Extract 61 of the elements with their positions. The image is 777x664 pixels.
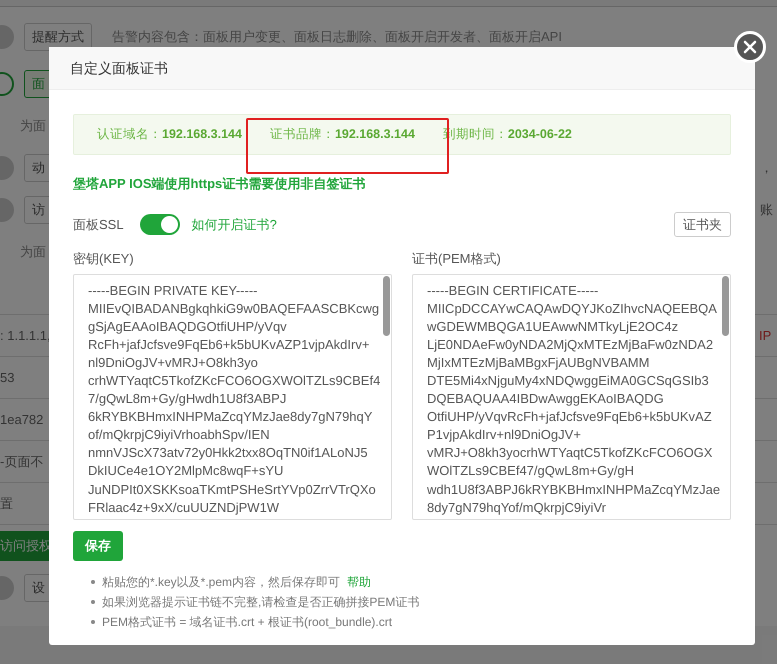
code-line: -----BEGIN CERTIFICATE----- <box>427 282 598 300</box>
code-line: nl9DniOgJV+vMRJ+O8kh3yo <box>88 354 258 372</box>
help-link[interactable]: 如何开启证书? <box>192 214 277 234</box>
field-label: 密钥(KEY) <box>73 250 135 268</box>
ssl-toggle[interactable] <box>140 214 180 235</box>
code-line: LjE0NDAeFw0yNDA2MjQxMTEzMjBaFw0zNDA2 <box>427 336 714 354</box>
setting-description: 为面 <box>20 117 46 136</box>
field-label: 面板SSL <box>73 216 124 234</box>
setting-value: -页面不 <box>0 452 44 471</box>
setting-value: : 1.1.1.1, <box>0 326 51 345</box>
tip-text: PEM格式证书 = 域名证书.crt + 根证书(root_bundle).crt <box>102 614 392 630</box>
code-line: -----BEGIN PRIVATE KEY----- <box>88 282 258 300</box>
code-line: wdh1U8f3ABPJ6kRYBKBHmxINHPMaZcqYMzJae <box>427 480 720 499</box>
code-line: MjIxMTEzMjBaMBgxFjAUBgNVBAMM <box>427 354 650 372</box>
help-link[interactable]: 帮助 <box>347 572 372 590</box>
code-textarea[interactable] <box>73 274 392 520</box>
code-line: DQEBAQUAA4IBDwAwggEKAoIBAQDG <box>427 390 664 408</box>
scrollbar-thumb[interactable] <box>722 276 729 336</box>
scrollbar-thumb[interactable] <box>383 276 390 336</box>
code-line: vMRJ+O8kh3yocrhWTYaqtC5TkofZKcFCO6OGX <box>427 444 712 462</box>
setting-description: 为面 <box>20 243 46 262</box>
tip-text: 如果浏览器提示证书链不完整,请检查是否正确拼接PEM证书 <box>102 594 420 610</box>
code-line: 8dy7gN79hqYof/mQkrpjC9iyiVr <box>427 498 606 517</box>
code-line: nmnVJScX73atv72y0Hkk2txx8OqTN0if1ALoNJ5 <box>88 444 368 462</box>
info-item: 认证域名：192.168.3.144 <box>97 126 242 144</box>
code-line: MIICpDCCAYwCAQAwDQYJKoZIhvcNAQEEBQA <box>427 300 717 318</box>
setting-button[interactable]: 提醒方式 <box>24 23 92 51</box>
code-line: DkIUCe4e1OY2MlpMc8wqF+sYU <box>88 462 284 480</box>
setting-note: 账 <box>760 201 773 220</box>
bullet-icon <box>91 580 95 584</box>
close-icon <box>743 40 757 54</box>
code-line: JuNDPIt0XSKKsoaTKmtPSHeSrtYVp0ZrrVTrQXo <box>88 480 376 499</box>
setting-value: 1ea782 <box>0 410 44 429</box>
code-line: crhWTYaqtC5TkofZKcFCO6OGXWOlTZLs9CBEf4 <box>88 372 380 390</box>
bullet-icon <box>91 600 95 604</box>
setting-value: 置 <box>0 494 13 513</box>
save-button[interactable]: 保存 <box>73 530 123 560</box>
code-line: MIIEvQIBADANBgkqhkiG9w0BAQEFAASCBKcwg <box>88 300 380 318</box>
code-line: wGDEWMBQGA1UEAwwNMTkyLjE2OC4z <box>427 318 678 336</box>
warning-note: IP <box>759 326 772 345</box>
alert-description: 告警内容包含：面板用户变更、面板日志删除、面板开启开发者、面板开启API <box>112 28 562 46</box>
code-line: of/mQkrpjC9iyiVrhoabhSpv/IEN <box>88 426 270 444</box>
notice-text: 堡塔APP IOS端使用https证书需要使用非自签证书 <box>73 175 366 193</box>
bullet-icon <box>91 620 95 624</box>
setting-note: ， <box>760 159 773 178</box>
cert-folder-button[interactable]: 证书夹 <box>674 212 731 237</box>
code-line: gSjAgEAAoIBAQDGOtfiUHP/yVqv <box>88 318 287 336</box>
code-line: RcFh+jafJcfsve9FqEb6+k5bUKvAZP1vjpAkdIrv+ <box>88 336 370 354</box>
code-textarea[interactable] <box>412 274 731 520</box>
code-line: 6kRYBKBHmxINHPMaZcqYMzJae8dy7gN79hqY <box>88 408 372 426</box>
code-line: FRlaac4z+9xX/cuUUZNDjPW1W <box>88 498 280 517</box>
info-item: 证书品牌：192.168.3.144 <box>270 126 415 144</box>
tip-text: 粘贴您的*.key以及*.pem内容，然后保存即可 <box>102 574 340 590</box>
setting-value: 53 <box>0 368 14 387</box>
code-line: WOlTZLs9CBEf47/gQwL8m+Gy/gH <box>427 462 634 480</box>
code-line: P1vjpAkdIrv+nl9DniOgJV+ <box>427 426 581 444</box>
code-line: DTE5Mi4xNjguMy4xNDQwggEiMA0GCSqGSIb3 <box>427 372 709 390</box>
dialog-title: 自定义面板证书 <box>70 58 168 78</box>
code-line: OtfiUHP/yVqvRcFh+jafJcfsve9FqEb6+k5bUKvAZ <box>427 408 712 426</box>
code-line: 7/gQwL8m+Gy/gHwdh1U8f3ABPJ <box>88 390 286 408</box>
field-label: 证书(PEM格式) <box>412 250 502 268</box>
